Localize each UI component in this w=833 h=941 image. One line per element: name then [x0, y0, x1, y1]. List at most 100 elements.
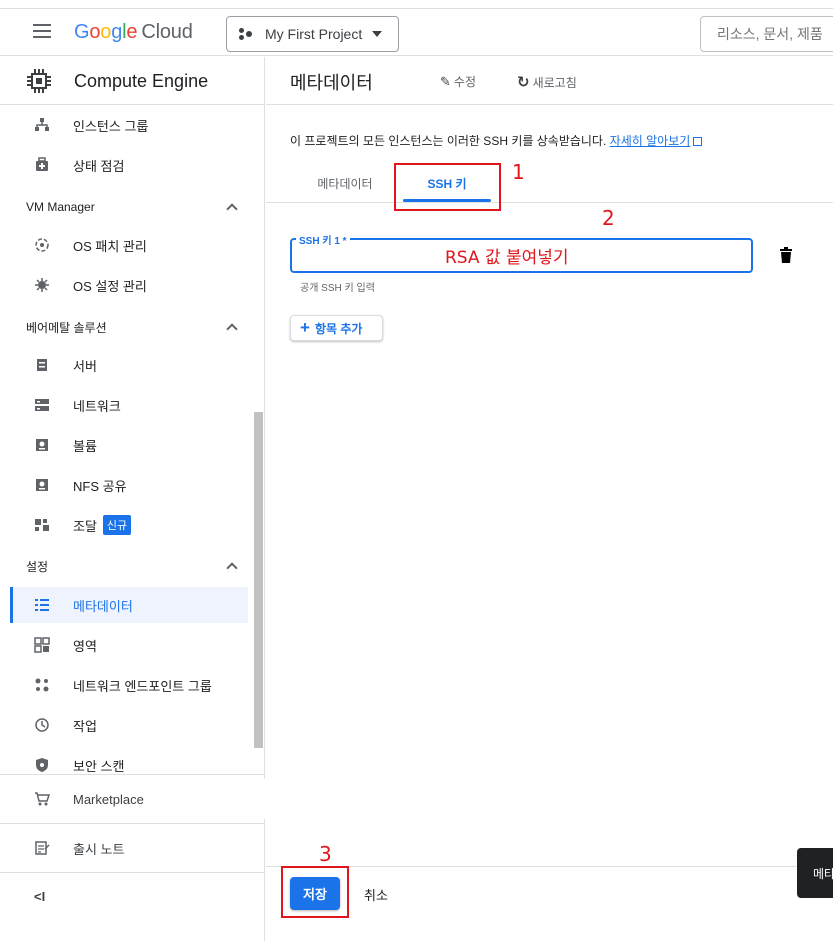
- section-label: VM Manager: [26, 200, 95, 214]
- collapse-icon: <I: [34, 888, 46, 904]
- sidebar-item-operations[interactable]: 작업: [10, 707, 248, 743]
- sidebar-item-os-config[interactable]: OS 설정 관리: [10, 267, 248, 303]
- new-badge: 신규: [102, 515, 132, 535]
- logo-letter: o: [89, 21, 101, 43]
- sidebar-item-security-scan[interactable]: 보안 스캔: [10, 747, 248, 783]
- nfs-share-icon: [36, 479, 48, 491]
- section-label: 베어메탈 솔루션: [26, 320, 107, 335]
- page-header: 메타데이터 ✎ 수정 ↻ 새로고침: [266, 57, 833, 105]
- compute-engine-chip-icon: [27, 69, 51, 93]
- product-title: Compute Engine: [74, 71, 209, 91]
- tab-metadata[interactable]: 메타데이터: [290, 168, 400, 204]
- sidebar-scrollbar[interactable]: [254, 412, 263, 748]
- ssh-key-field-label: SSH 키 1 *: [296, 232, 350, 247]
- sidebar-item-volumes[interactable]: 볼륨: [10, 427, 248, 463]
- edit-label: 수정: [453, 75, 476, 89]
- bottom-action-bar: [266, 866, 833, 941]
- plus-icon: +: [300, 318, 310, 337]
- health-check-icon: [36, 157, 48, 171]
- sidebar-item-label: 메타데이터: [73, 598, 133, 614]
- chevron-up-icon: [226, 203, 238, 215]
- sidebar-divider: [0, 823, 265, 824]
- top-app-bar: Google Cloud My First Project: [0, 8, 833, 56]
- learn-more-link[interactable]: 자세히 알아보기: [610, 134, 691, 148]
- sidebar: Compute Engine 인스턴스 그룹 상태 점검 VM Manager …: [0, 57, 265, 941]
- delete-trash-icon[interactable]: [780, 247, 792, 263]
- section-bare-metal[interactable]: 베어메탈 솔루션: [26, 312, 238, 342]
- ssh-key-helper-text: 공개 SSH 키 입력: [300, 283, 375, 294]
- sidebar-item-health-checks[interactable]: 상태 점검: [10, 147, 248, 183]
- logo-letter: g: [111, 21, 123, 43]
- refresh-button[interactable]: ↻ 새로고침: [517, 73, 577, 91]
- section-label: 설정: [26, 559, 49, 574]
- logo-cloud-text: Cloud: [141, 21, 193, 43]
- sidebar-item-label: 작업: [73, 718, 97, 734]
- sidebar-item-metadata[interactable]: 메타데이터: [10, 587, 248, 623]
- sidebar-divider: [0, 774, 265, 775]
- refresh-icon: ↻: [517, 74, 530, 91]
- tabs-divider: [266, 202, 833, 203]
- section-settings[interactable]: 설정: [26, 551, 238, 581]
- pencil-icon: ✎: [440, 73, 451, 89]
- annotation-box-save: [281, 866, 349, 918]
- snackbar-toast: 메타: [797, 848, 833, 898]
- release-notes-icon: [35, 841, 50, 855]
- sidebar-item-os-patch[interactable]: OS 패치 관리: [10, 227, 248, 263]
- sidebar-item-servers[interactable]: 서버: [10, 347, 248, 383]
- os-config-icon: [35, 278, 49, 292]
- cancel-button[interactable]: 취소: [364, 885, 388, 904]
- chevron-up-icon: [226, 323, 238, 335]
- sidebar-divider: [0, 872, 265, 873]
- instance-group-icon: [35, 118, 49, 131]
- sidebar-item-label: 네트워크 엔드포인트 그룹: [73, 678, 212, 694]
- dropdown-caret-icon: [372, 31, 383, 37]
- sidebar-item-label: NFS 공유: [73, 478, 127, 494]
- external-link-icon: [693, 137, 703, 146]
- sidebar-item-label: OS 설정 관리: [73, 278, 147, 294]
- project-dots-icon: [239, 28, 255, 40]
- add-item-button[interactable]: + 항목 추가: [290, 315, 383, 341]
- annotation-field-note: RSA 값 붙여넣기: [445, 248, 569, 268]
- sidebar-header: Compute Engine: [0, 57, 265, 105]
- section-vm-manager[interactable]: VM Manager: [26, 192, 238, 222]
- os-patch-icon: [35, 238, 49, 252]
- add-item-label: 항목 추가: [314, 321, 363, 336]
- collapse-sidebar-button[interactable]: <I: [0, 876, 265, 916]
- annotation-box-tab: [394, 163, 501, 211]
- sidebar-item-marketplace[interactable]: Marketplace: [0, 779, 265, 819]
- cart-icon: [35, 792, 50, 806]
- sidebar-item-label: 인스턴스 그룹: [73, 118, 149, 134]
- sidebar-item-label: 조달: [73, 518, 97, 534]
- metadata-icon: [35, 599, 49, 611]
- description: 이 프로젝트의 모든 인스턴스는 이러한 SSH 키를 상속받습니다.: [290, 134, 607, 148]
- project-selector[interactable]: My First Project: [226, 16, 399, 52]
- description-text: 이 프로젝트의 모든 인스턴스는 이러한 SSH 키를 상속받습니다. 자세히 …: [290, 132, 703, 149]
- sidebar-item-label: 네트워크: [73, 398, 121, 414]
- annotation-number-1: 1: [512, 160, 525, 184]
- volume-icon: [36, 439, 48, 451]
- sidebar-item-instance-groups[interactable]: 인스턴스 그룹: [10, 107, 248, 143]
- page-title: 메타데이터: [290, 73, 373, 93]
- sidebar-item-network[interactable]: 네트워크: [10, 387, 248, 423]
- logo-letter: o: [100, 21, 112, 43]
- sidebar-item-label: 영역: [73, 638, 97, 654]
- hamburger-menu-icon[interactable]: [33, 24, 51, 38]
- edit-button[interactable]: ✎ 수정: [440, 73, 476, 90]
- sidebar-item-label: 서버: [73, 358, 97, 374]
- sidebar-item-label: 볼륨: [73, 438, 97, 454]
- google-cloud-logo[interactable]: Google Cloud: [74, 21, 193, 44]
- logo-letter: G: [74, 21, 90, 43]
- sidebar-item-label: 보안 스캔: [73, 758, 125, 774]
- sidebar-item-zones[interactable]: 영역: [10, 627, 248, 663]
- sidebar-item-network-endpoint-groups[interactable]: 네트워크 엔드포인트 그룹: [10, 667, 248, 703]
- sidebar-item-release-notes[interactable]: 출시 노트: [0, 828, 265, 868]
- search-input[interactable]: [700, 16, 833, 52]
- server-icon: [37, 359, 47, 371]
- sidebar-item-label: OS 패치 관리: [73, 238, 147, 254]
- operations-icon: [35, 718, 49, 732]
- annotation-number-3: 3: [319, 842, 332, 866]
- sidebar-item-procurement[interactable]: 조달 신규: [10, 507, 248, 543]
- sidebar-item-label: 출시 노트: [73, 841, 125, 857]
- refresh-label: 새로고침: [532, 75, 577, 90]
- sidebar-item-nfs-share[interactable]: NFS 공유: [10, 467, 248, 503]
